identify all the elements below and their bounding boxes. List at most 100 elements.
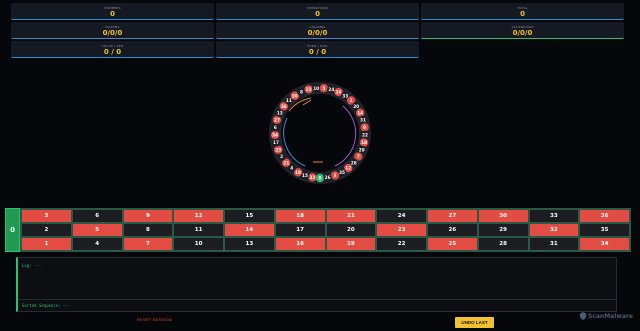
table-cell-10[interactable]: 10 xyxy=(173,237,224,251)
sorted-sequence-text: Sorted Sequence: --- xyxy=(22,303,71,308)
wheel-pocket-label: 24 xyxy=(328,87,334,93)
wheel-pocket-label: 2 xyxy=(280,154,283,160)
table-cell-11[interactable]: 11 xyxy=(173,223,224,237)
log-text: Log: --- xyxy=(22,263,42,268)
brand-logo: ScanMalware xyxy=(579,312,633,320)
brand-name: ScanMalware xyxy=(588,312,633,320)
table-cell-3[interactable]: 3 xyxy=(21,209,72,223)
table-cell-1[interactable]: 1 xyxy=(21,237,72,251)
table-cell-35[interactable]: 35 xyxy=(579,223,630,237)
stat-value: 0 xyxy=(520,10,525,18)
table-cell-34[interactable]: 34 xyxy=(579,237,630,251)
wheel-pocket-label: 18 xyxy=(361,140,367,146)
wheel-pocket-label: 14 xyxy=(357,110,363,116)
wheel-pocket-label: 29 xyxy=(359,147,365,153)
table-cell-16[interactable]: 16 xyxy=(274,237,326,251)
table-cell-32[interactable]: 32 xyxy=(528,223,580,237)
reset-session-button[interactable]: RESET SESSION xyxy=(137,317,172,322)
wheel-pocket-label: 34 xyxy=(272,133,278,139)
wheel-pocket-label: 16 xyxy=(336,90,342,96)
wheel-pocket-label: 32 xyxy=(309,175,315,181)
table-cell-14[interactable]: 14 xyxy=(224,223,275,237)
wheel-pocket-label: 33 xyxy=(342,93,348,99)
roulette-wheel: 0321519421225173462713361130823 10 5 241633… xyxy=(269,82,371,184)
wheel-needle-orange xyxy=(302,99,312,106)
stat-color: COLOR / RED 0 / 0 xyxy=(11,41,214,58)
wheel-pocket-label: 35 xyxy=(339,170,345,176)
stat-operations: OPERATIONS 0 xyxy=(216,3,419,20)
wheel-pocket-label: 8 xyxy=(300,90,303,96)
table-cell-20[interactable]: 20 xyxy=(325,223,377,237)
wheel-pocket-label: 30 xyxy=(292,93,298,99)
wheel-pocket-label: 0 xyxy=(319,176,322,182)
wheel-pocket-label: 23 xyxy=(306,87,312,93)
wheel-pocket-label: 22 xyxy=(362,133,368,139)
table-cell-9[interactable]: 9 xyxy=(122,209,174,223)
wheel-pocket-label: 36 xyxy=(281,104,287,110)
shield-icon xyxy=(579,312,587,320)
table-cell-31[interactable]: 31 xyxy=(528,237,580,251)
table-cell-30[interactable]: 30 xyxy=(477,209,529,223)
wheel-pocket-label: 19 xyxy=(295,170,301,176)
wheel-pocket-label: 13 xyxy=(277,110,283,116)
wheel-pocket-label: 25 xyxy=(275,147,281,153)
table-cell-7[interactable]: 7 xyxy=(122,237,174,251)
table-cell-5[interactable]: 5 xyxy=(71,223,123,237)
table-cell-19[interactable]: 19 xyxy=(325,237,377,251)
table-cell-12[interactable]: 12 xyxy=(173,209,224,223)
wheel-pocket-label: 28 xyxy=(351,160,357,166)
wheel-pocket-label: 12 xyxy=(345,166,351,172)
wheel-pocket-label: 20 xyxy=(353,104,359,110)
stat-value: 0 xyxy=(110,10,115,18)
stat-value: 0 / 0 xyxy=(103,48,122,56)
stat-value: 0 / 0 xyxy=(308,48,327,56)
table-cell-21[interactable]: 21 xyxy=(325,209,377,223)
table-cell-25[interactable]: 25 xyxy=(427,237,478,251)
table-cell-26[interactable]: 26 xyxy=(427,223,478,237)
stat-parity: EVEN / ODD 0 / 0 xyxy=(216,41,419,58)
table-zero-cell[interactable]: 0 xyxy=(5,208,20,252)
table-cell-33[interactable]: 33 xyxy=(528,209,580,223)
wheel-pocket-label: 1 xyxy=(350,98,353,104)
stat-rows: 1ST/2ND/3RD 0/0/0 xyxy=(421,22,624,39)
table-cell-27[interactable]: 27 xyxy=(427,209,478,223)
table-cell-8[interactable]: 8 xyxy=(122,223,174,237)
table-cell-4[interactable]: 4 xyxy=(71,237,123,251)
wheel-pocket-label: 27 xyxy=(274,117,280,123)
table-cell-17[interactable]: 17 xyxy=(274,223,326,237)
wheel-pocket-label: 7 xyxy=(357,154,360,160)
wheel-pocket-label: 9 xyxy=(363,125,366,131)
stat-total: TOTAL 0 xyxy=(421,3,624,20)
stat-value: 0/0/0 xyxy=(102,29,123,37)
wheel-pocket-label: 17 xyxy=(273,140,279,146)
stat-dozens: DOZENS 0/0/0 xyxy=(11,22,214,39)
stat-numbers: NUMBERS 0 xyxy=(11,3,214,20)
table-cell-23[interactable]: 23 xyxy=(376,223,427,237)
stat-columns: COLUMNS 0/0/0 xyxy=(216,22,419,39)
stat-value: 0 xyxy=(315,10,320,18)
table-cell-2[interactable]: 2 xyxy=(21,223,72,237)
wheel-pocket-label: 5 xyxy=(322,86,325,92)
wheel-pocket-label: 21 xyxy=(283,160,289,166)
table-cell-15[interactable]: 15 xyxy=(224,209,275,223)
undo-last-button[interactable]: UNDO LAST xyxy=(455,317,494,328)
wheel-pocket-label: 4 xyxy=(290,166,293,172)
stat-value: 0/0/0 xyxy=(307,29,328,37)
table-cell-28[interactable]: 28 xyxy=(477,237,529,251)
wheel-pocket-label: 3 xyxy=(333,173,336,179)
stat-value: 0/0/0 xyxy=(512,29,533,37)
wheel-pocket-label: 26 xyxy=(325,175,331,181)
table-cell-22[interactable]: 22 xyxy=(376,237,427,251)
log-panel: Log: --- Sorted Sequence: --- xyxy=(16,257,617,312)
table-cell-6[interactable]: 6 xyxy=(71,209,123,223)
wheel-pocket-label: 15 xyxy=(302,173,308,179)
log-divider xyxy=(18,299,616,300)
table-cell-13[interactable]: 13 xyxy=(224,237,275,251)
wheel-pocket-label: 6 xyxy=(274,125,277,131)
wheel-pocket-label: 31 xyxy=(360,117,366,123)
table-cell-29[interactable]: 29 xyxy=(477,223,529,237)
table-cell-36[interactable]: 36 xyxy=(579,209,630,223)
table-cell-18[interactable]: 18 xyxy=(274,209,326,223)
table-cell-24[interactable]: 24 xyxy=(376,209,427,223)
betting-grid: 3 6 9 12 15 18 21 24 27 30 33 36 2 5 8 11 14 17 20 23 26 29 32… xyxy=(20,208,631,252)
